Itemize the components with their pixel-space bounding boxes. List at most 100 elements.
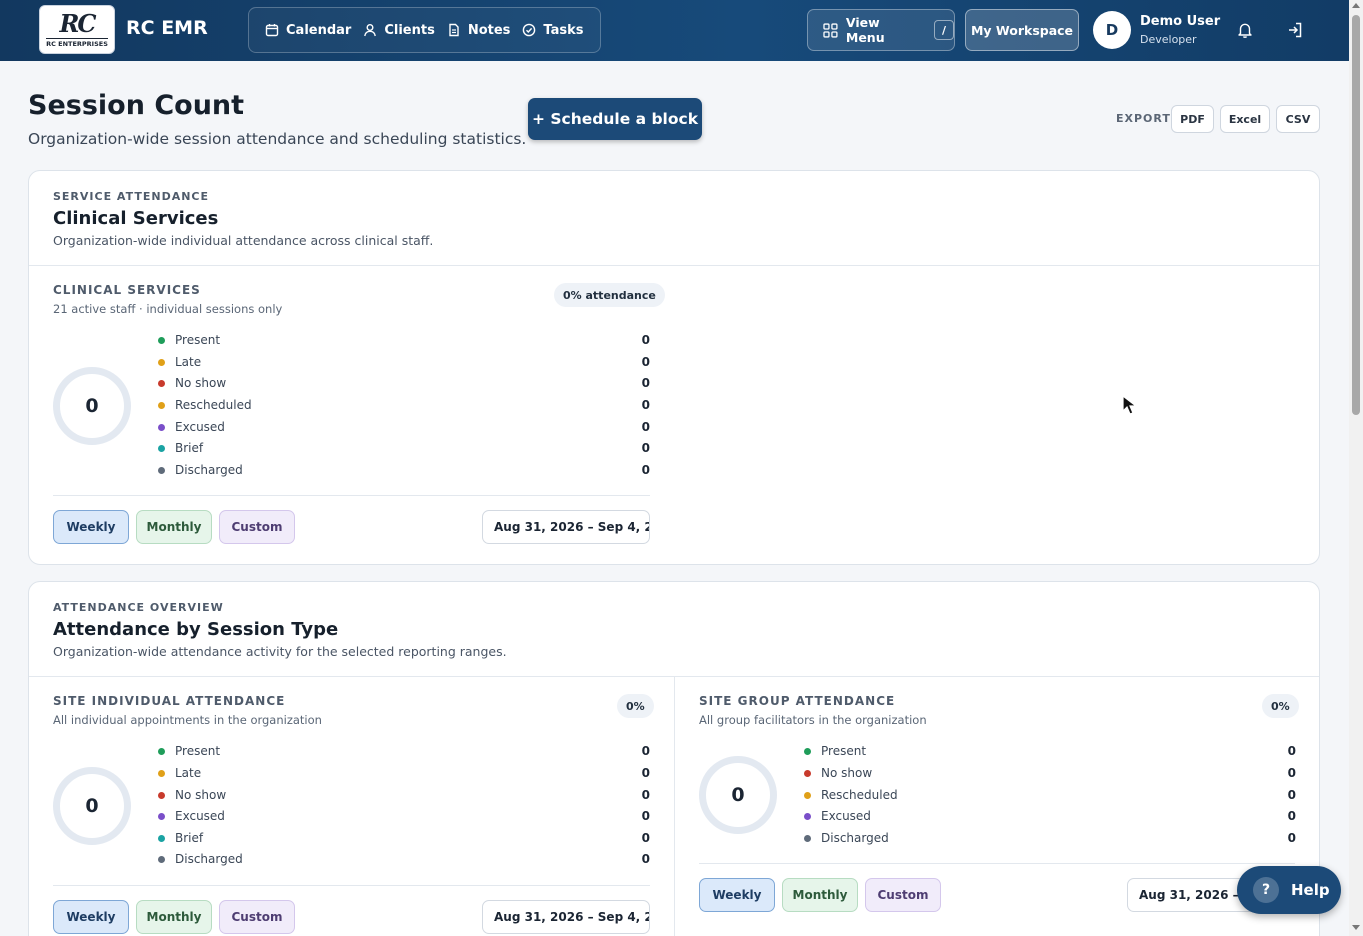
schedule-block-button[interactable]: + Schedule a block (528, 98, 702, 140)
page-scrollbar[interactable] (1349, 0, 1363, 936)
card-title: Attendance by Session Type (53, 619, 339, 640)
nav-tasks-label: Tasks (543, 22, 584, 38)
attendance-pill: 0% (1262, 694, 1299, 718)
panel-subtitle: 21 active staff · individual sessions on… (53, 302, 283, 316)
date-range-picker[interactable]: Aug 31, 2026 – Sep 4, 2026 (482, 900, 650, 934)
my-workspace-button[interactable]: My Workspace (965, 9, 1079, 51)
clinical-services-card: SERVICE ATTENDANCE Clinical Services Org… (28, 170, 1320, 565)
range-custom-button[interactable]: Custom (865, 878, 941, 912)
present-dot (158, 747, 165, 755)
user-icon (364, 24, 377, 37)
range-monthly-button[interactable]: Monthly (782, 878, 858, 912)
export-pdf-button[interactable]: PDF (1171, 105, 1214, 133)
range-monthly-button[interactable]: Monthly (136, 900, 212, 934)
legend-item: Late (158, 765, 201, 781)
legend-value: 0 (641, 376, 650, 390)
no-show-dot (158, 379, 165, 387)
main-nav: Calendar Clients Notes Tasks (248, 7, 601, 53)
legend-item: Present (158, 332, 220, 348)
legend-label: Discharged (175, 852, 243, 866)
export-excel-button[interactable]: Excel (1220, 105, 1270, 133)
brief-dot (158, 444, 165, 452)
card-eyebrow: ATTENDANCE OVERVIEW (53, 601, 224, 614)
legend-label: Excused (175, 809, 225, 823)
excused-dot (158, 423, 165, 431)
legend-value: 0 (641, 744, 650, 758)
panel-subtitle: All group facilitators in the organizati… (699, 713, 927, 727)
legend-label: No show (821, 766, 873, 780)
legend-value: 0 (641, 852, 650, 866)
legend-value: 0 (641, 766, 650, 780)
legend-item: Discharged (804, 830, 889, 846)
range-custom-button[interactable]: Custom (219, 900, 295, 934)
no-show-dot (158, 791, 165, 799)
check-circle-icon (523, 23, 536, 37)
legend-label: Discharged (175, 463, 243, 477)
legend-value: 0 (641, 831, 650, 845)
nav-notes[interactable]: Notes (443, 15, 519, 45)
date-range-picker[interactable]: Aug 31, 2026 – Sep 4, 2026 (482, 510, 650, 544)
range-weekly-button[interactable]: Weekly (53, 900, 129, 934)
legend-item: No show (804, 765, 872, 781)
range-custom-button[interactable]: Custom (219, 510, 295, 544)
legend-label: Present (821, 744, 867, 758)
legend-label: Late (175, 766, 202, 780)
rescheduled-dot (804, 791, 811, 799)
legend-label: Late (175, 355, 202, 369)
legend-value: 0 (1287, 831, 1296, 845)
legend-item: Excused (158, 419, 225, 435)
legend-item: Brief (158, 440, 203, 456)
range-weekly-button[interactable]: Weekly (53, 510, 129, 544)
excused-dot (158, 812, 165, 820)
legend-value: 0 (641, 333, 650, 347)
view-menu-label: View Menu (845, 15, 885, 45)
bell-icon[interactable] (1236, 21, 1254, 39)
legend-item: No show (158, 375, 226, 391)
range-weekly-button[interactable]: Weekly (699, 878, 775, 912)
card-divider (29, 265, 1319, 266)
legend-label: Brief (175, 441, 204, 455)
discharged-dot (158, 466, 165, 474)
page-subtitle: Organization-wide session attendance and… (28, 130, 527, 148)
export-label: EXPORT (1116, 112, 1171, 125)
legend-value: 0 (1287, 809, 1296, 823)
legend-label: Present (175, 744, 221, 758)
export-csv-button[interactable]: CSV (1276, 105, 1320, 133)
legend-label: Discharged (821, 831, 889, 845)
attendance-donut: 0 (699, 756, 777, 834)
nav-clients[interactable]: Clients (359, 15, 442, 45)
help-button[interactable]: ? Help (1237, 866, 1341, 914)
avatar[interactable]: D (1093, 11, 1131, 49)
legend-item: No show (158, 787, 226, 803)
panel-title: SITE INDIVIDUAL ATTENDANCE (53, 694, 286, 708)
logout-icon[interactable] (1286, 21, 1304, 39)
legend-label: No show (175, 788, 227, 802)
present-dot (804, 747, 811, 755)
legend-item: Present (804, 743, 866, 759)
legend-value: 0 (641, 420, 650, 434)
discharged-dot (158, 855, 165, 863)
nav-calendar[interactable]: Calendar (261, 15, 359, 45)
legend-item: Rescheduled (158, 397, 252, 413)
view-menu-button[interactable]: View Menu / (807, 9, 955, 51)
excused-dot (804, 812, 811, 820)
legend-label: Brief (175, 831, 204, 845)
legend-value: 0 (1287, 766, 1296, 780)
legend-label: Rescheduled (821, 788, 898, 802)
legend-value: 0 (1287, 788, 1296, 802)
legend-label: Rescheduled (175, 398, 252, 412)
legend-value: 0 (641, 398, 650, 412)
nav-tasks[interactable]: Tasks (518, 15, 591, 45)
card-description: Organization-wide attendance activity fo… (53, 644, 507, 659)
range-monthly-button[interactable]: Monthly (136, 510, 212, 544)
scroll-down-arrow-icon[interactable] (1352, 925, 1360, 930)
legend-label: Present (175, 333, 221, 347)
attendance-pill: 0% (617, 694, 654, 718)
legend-item: Discharged (158, 851, 243, 867)
legend-label: Excused (821, 809, 871, 823)
legend-item: Excused (158, 808, 225, 824)
panel-separator (674, 676, 675, 936)
app-logo[interactable]: RC RC ENTERPRISES (39, 5, 115, 54)
scroll-thumb[interactable] (1352, 15, 1360, 415)
scroll-up-arrow-icon[interactable] (1352, 3, 1360, 8)
